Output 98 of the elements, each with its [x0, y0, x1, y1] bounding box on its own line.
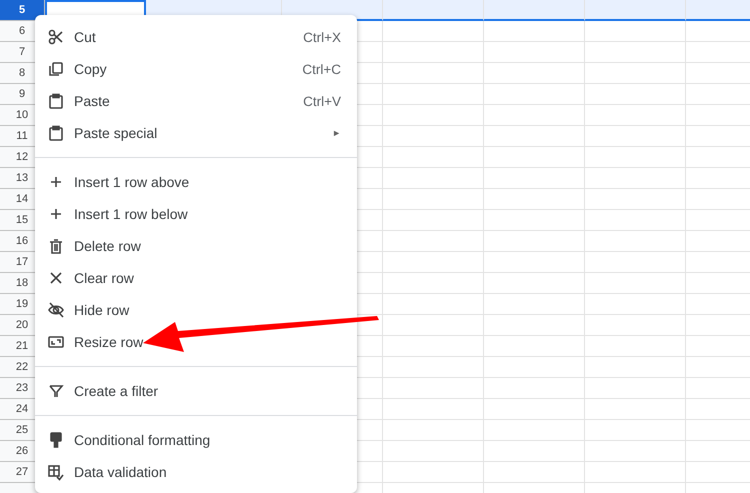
grid-cell[interactable]: [484, 210, 585, 231]
grid-cell[interactable]: [484, 357, 585, 378]
grid-cell[interactable]: [484, 378, 585, 399]
grid-cell[interactable]: [484, 105, 585, 126]
eye-slash-icon: [47, 301, 65, 319]
grid-cell[interactable]: [484, 399, 585, 420]
row-header[interactable]: 5: [0, 0, 45, 21]
grid-cell[interactable]: [383, 84, 484, 105]
grid-cell[interactable]: [585, 231, 686, 252]
grid-cell[interactable]: [585, 399, 686, 420]
grid-cell[interactable]: [383, 399, 484, 420]
grid-cell[interactable]: [585, 168, 686, 189]
grid-cell[interactable]: [484, 42, 585, 63]
grid-cell[interactable]: [383, 105, 484, 126]
grid-cell[interactable]: [585, 0, 686, 21]
grid-cell[interactable]: [383, 294, 484, 315]
grid-cell[interactable]: [383, 336, 484, 357]
grid-cell[interactable]: [484, 21, 585, 42]
grid-cell[interactable]: [484, 420, 585, 441]
grid-cell[interactable]: [484, 84, 585, 105]
menu-label: Clear row: [74, 270, 135, 286]
grid-cell[interactable]: [484, 189, 585, 210]
copy-icon: [47, 60, 65, 78]
grid-cell[interactable]: [585, 126, 686, 147]
grid-cell[interactable]: [484, 273, 585, 294]
grid-cell[interactable]: [383, 462, 484, 483]
grid-cell[interactable]: [585, 42, 686, 63]
clipboard-icon: [47, 124, 65, 142]
grid-cell[interactable]: [484, 462, 585, 483]
menu-label: Delete row: [74, 238, 142, 254]
menu-label: Paste special: [74, 125, 158, 141]
grid-cell[interactable]: [383, 63, 484, 84]
grid-cell[interactable]: [383, 0, 484, 21]
grid-cell[interactable]: [383, 420, 484, 441]
grid-cell[interactable]: [585, 273, 686, 294]
menu-label: Resize row: [74, 334, 144, 350]
menu-label: Insert 1 row above: [74, 174, 190, 190]
grid-cell[interactable]: [585, 147, 686, 168]
grid-cell[interactable]: [585, 210, 686, 231]
grid-cell[interactable]: [484, 147, 585, 168]
menu-label: Cut: [74, 29, 97, 45]
grid-cell[interactable]: [585, 336, 686, 357]
grid-cell[interactable]: [383, 273, 484, 294]
submenu-arrow: ►: [332, 128, 341, 138]
shortcut-label: Ctrl+C: [302, 62, 341, 76]
filter-icon: [47, 382, 65, 400]
scissors-icon: [47, 28, 65, 46]
grid-cell[interactable]: [383, 168, 484, 189]
grid-cell[interactable]: [585, 252, 686, 273]
grid-cell[interactable]: [383, 42, 484, 63]
table-check-icon: [47, 463, 65, 481]
grid-cell[interactable]: [585, 21, 686, 42]
grid-cell[interactable]: [484, 0, 585, 21]
grid-cell[interactable]: [484, 315, 585, 336]
grid-cell[interactable]: [484, 294, 585, 315]
grid-cell[interactable]: [383, 189, 484, 210]
grid-cell[interactable]: [585, 105, 686, 126]
grid-cell[interactable]: [585, 357, 686, 378]
clipboard-icon: [47, 92, 65, 110]
grid-cell[interactable]: [484, 168, 585, 189]
shortcut-label: Ctrl+X: [303, 30, 341, 44]
grid-cell[interactable]: [585, 189, 686, 210]
menu-label: Paste: [74, 93, 111, 109]
grid-cell[interactable]: [585, 462, 686, 483]
grid-cell[interactable]: [383, 210, 484, 231]
grid-cell[interactable]: [383, 126, 484, 147]
grid-cell[interactable]: [585, 294, 686, 315]
grid-cell[interactable]: [383, 315, 484, 336]
grid-cell[interactable]: [484, 441, 585, 462]
grid-cell[interactable]: [383, 378, 484, 399]
trash-icon: [47, 237, 65, 255]
menu-label: Data validation: [74, 464, 168, 480]
menu-label: Insert 1 row below: [74, 206, 189, 222]
menu-label: Hide row: [74, 302, 130, 318]
resize-icon: [47, 333, 65, 351]
grid-cell[interactable]: [484, 231, 585, 252]
grid-cell[interactable]: [484, 63, 585, 84]
paint-roller-icon: [47, 431, 65, 449]
grid-cell[interactable]: [585, 378, 686, 399]
grid-cell[interactable]: [383, 231, 484, 252]
grid-cell[interactable]: [686, 0, 750, 21]
grid-cell[interactable]: [484, 336, 585, 357]
grid-cell[interactable]: [383, 357, 484, 378]
menu-label: Conditional formatting: [74, 432, 212, 448]
grid-cell[interactable]: [585, 84, 686, 105]
grid-cell[interactable]: [585, 441, 686, 462]
shortcut-label: Ctrl+V: [303, 94, 341, 108]
grid-cell[interactable]: [585, 63, 686, 84]
grid-cell[interactable]: [383, 441, 484, 462]
grid-cell[interactable]: [484, 126, 585, 147]
grid-cell[interactable]: [585, 315, 686, 336]
menu-label: Copy: [74, 61, 108, 77]
grid-cell[interactable]: [585, 420, 686, 441]
grid-cell[interactable]: [383, 21, 484, 42]
grid-cell[interactable]: [383, 252, 484, 273]
grid-cell[interactable]: [484, 252, 585, 273]
grid-cell[interactable]: [383, 147, 484, 168]
menu-label: Create a filter: [74, 383, 160, 399]
